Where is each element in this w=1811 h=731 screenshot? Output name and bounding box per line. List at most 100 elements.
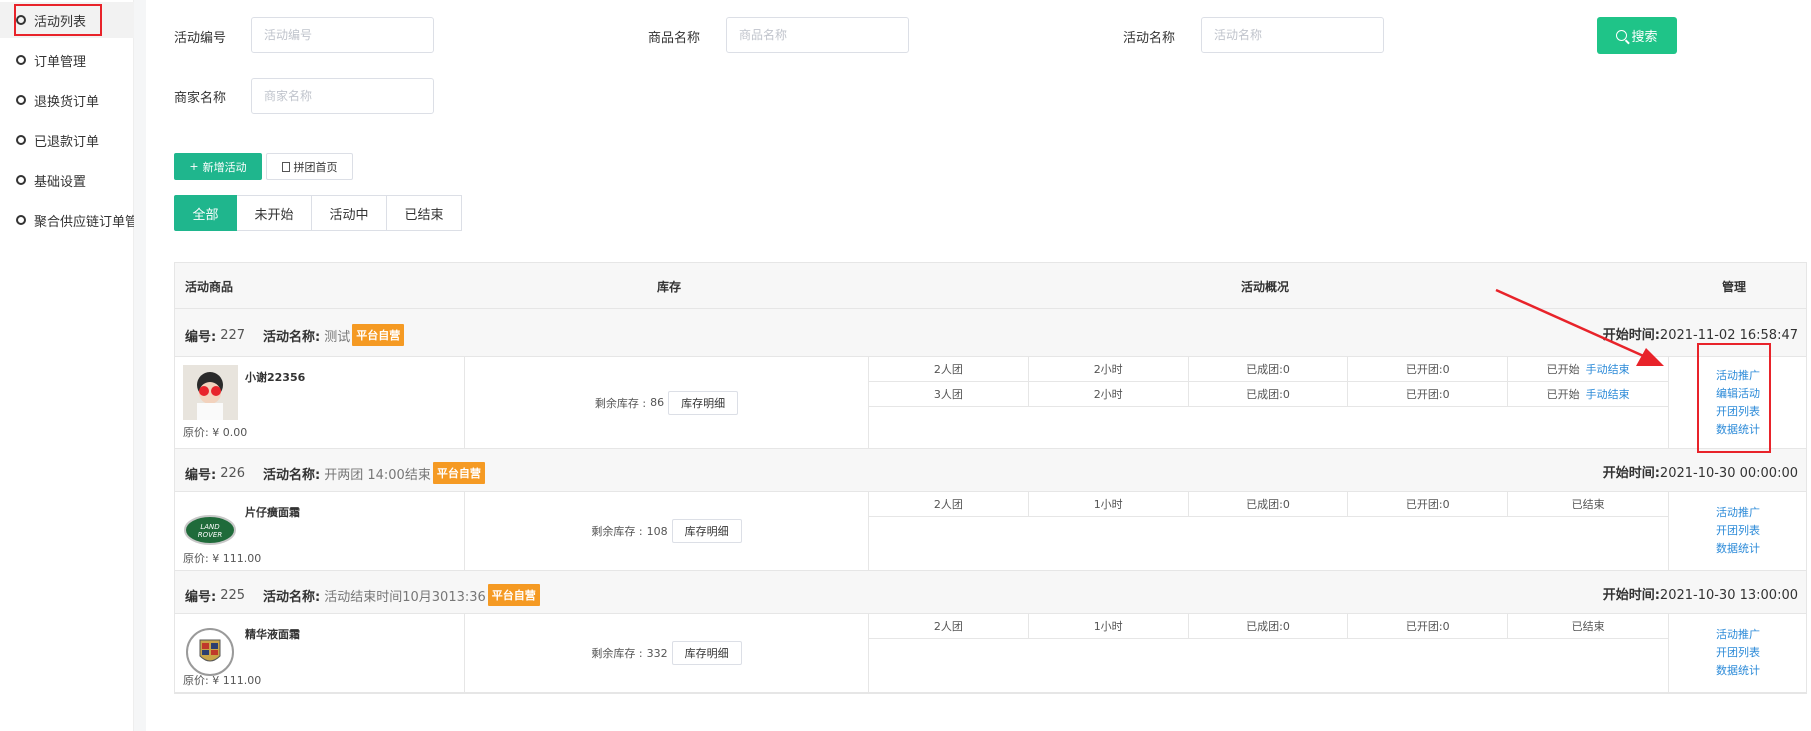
- header-manage: 管理: [1722, 280, 1747, 294]
- activity-no-input[interactable]: [251, 17, 434, 53]
- activity-name-input[interactable]: [1201, 17, 1384, 53]
- circle-icon: [16, 55, 26, 65]
- add-activity-button[interactable]: + 新增活动: [174, 153, 262, 180]
- overview-cell: 2人团 2小时 已成团:0 已开团:0 已开始 手动结束 3人团 2小时 已成团:…: [869, 357, 1669, 448]
- tab-not-started[interactable]: 未开始: [237, 195, 312, 231]
- table-row: 精华液面霜 原价: ¥ 111.00 剩余库存 : 332 库存明细 2人团 1…: [175, 614, 1806, 693]
- stock-detail-button[interactable]: 库存明细: [668, 390, 739, 415]
- circle-icon: [16, 175, 26, 185]
- id-label: 编号:: [185, 467, 217, 483]
- activity-id: 225: [220, 587, 246, 603]
- product-name-input[interactable]: [726, 17, 909, 53]
- formed-count: 已成团:0: [1189, 492, 1349, 516]
- sidebar-item-settings[interactable]: 基础设置: [0, 162, 134, 198]
- main-content: 活动编号 商品名称 活动名称 搜索 商家名称 + 新增活动 拼团首页 全部 未开…: [146, 0, 1811, 731]
- sidebar-item-label: 聚合供应链订单管: [34, 214, 134, 230]
- overview-cell: 2人团 1小时 已成团:0 已开团:0 已结束: [869, 614, 1669, 692]
- plus-icon: +: [189, 160, 199, 173]
- id-label: 编号:: [185, 329, 217, 345]
- promote-link[interactable]: 活动推广: [1716, 505, 1760, 521]
- sidebar-item-returns[interactable]: 退换货订单: [0, 82, 134, 118]
- start-time: 2021-10-30 00:00:00: [1659, 466, 1798, 481]
- row-status: 已开始 手动结束: [1546, 361, 1630, 377]
- group-duration: 2小时: [1029, 382, 1189, 406]
- stock-label: 剩余库存 :: [594, 396, 647, 410]
- product-name-label: 商品名称: [648, 31, 701, 46]
- merchant-name-label: 商家名称: [174, 91, 227, 106]
- header-overview: 活动概况: [1241, 280, 1290, 294]
- stock-detail-button[interactable]: 库存明细: [671, 519, 742, 543]
- svg-text:LAND: LAND: [200, 523, 220, 531]
- name-label: 活动名称:: [263, 589, 321, 605]
- activity-name-label: 活动名称: [1123, 31, 1176, 46]
- stock-value: 86: [650, 396, 665, 409]
- product-image: [183, 622, 238, 677]
- row-status: 已开始 手动结束: [1546, 386, 1630, 402]
- opened-count: 已开团:0: [1348, 357, 1509, 381]
- activity-id: 226: [220, 465, 246, 481]
- group-size: 3人团: [869, 382, 1029, 406]
- opened-count: 已开团:0: [1348, 614, 1509, 638]
- status-badge: 平台自营: [352, 324, 405, 346]
- start-time: 2021-11-02 16:58:47: [1659, 328, 1798, 343]
- start-label: 开始时间:: [1602, 466, 1660, 481]
- sidebar-item-label: 基础设置: [34, 174, 87, 190]
- sidebar-item-label: 退换货订单: [34, 94, 100, 110]
- tab-ended[interactable]: 已结束: [387, 195, 462, 231]
- product-price: 原价: ¥ 111.00: [183, 674, 262, 687]
- sidebar-item-orders[interactable]: 订单管理: [0, 42, 134, 78]
- activity-name: 测试: [324, 329, 351, 345]
- group-list-link[interactable]: 开团列表: [1716, 645, 1760, 661]
- group-header: 编号: 225 活动名称: 活动结束时间10月3013:36 平台自营 开始时间…: [175, 571, 1806, 614]
- group-home-button[interactable]: 拼团首页: [266, 153, 353, 180]
- stock-value: 332: [646, 646, 668, 660]
- merchant-name-input[interactable]: [251, 78, 434, 114]
- product-image: LAND ROVER: [183, 500, 238, 555]
- group-home-label: 拼团首页: [293, 160, 338, 174]
- formed-count: 已成团:0: [1189, 614, 1349, 638]
- manual-end-link[interactable]: 手动结束: [1586, 361, 1630, 377]
- start-label: 开始时间:: [1602, 588, 1660, 603]
- product-name: 小谢22356: [245, 371, 306, 384]
- tab-all[interactable]: 全部: [174, 195, 237, 231]
- overview-row: 2人团 1小时 已成团:0 已开团:0 已结束: [869, 492, 1668, 517]
- table-header: 活动商品 库存 活动概况 管理: [175, 263, 1806, 309]
- header-product: 活动商品: [185, 280, 234, 294]
- stock-value: 108: [646, 524, 668, 538]
- product-cell: 小谢22356 原价: ¥ 0.00: [175, 357, 465, 448]
- group-size: 2人团: [869, 357, 1029, 381]
- group-list-link[interactable]: 开团列表: [1716, 523, 1760, 539]
- statistics-link[interactable]: 数据统计: [1716, 541, 1760, 557]
- sidebar-item-supply-chain[interactable]: 聚合供应链订单管: [0, 202, 134, 238]
- formed-count: 已成团:0: [1189, 357, 1349, 381]
- stock-cell: 剩余库存 : 332 库存明细: [465, 614, 869, 692]
- product-price: 原价: ¥ 111.00: [183, 552, 262, 565]
- stock-cell: 剩余库存 : 86 库存明细: [465, 357, 869, 448]
- row-status: 已结束: [1571, 620, 1605, 633]
- group-size: 2人团: [869, 614, 1029, 638]
- group-duration: 2小时: [1029, 357, 1189, 381]
- stock-detail-button[interactable]: 库存明细: [671, 641, 742, 665]
- status-badge: 平台自营: [487, 584, 540, 606]
- name-label: 活动名称:: [263, 329, 321, 345]
- search-button[interactable]: 搜索: [1597, 17, 1677, 54]
- product-name: 精华液面霜: [245, 628, 300, 641]
- stock-label: 剩余库存 :: [591, 647, 643, 660]
- overview-row: 3人团 2小时 已成团:0 已开团:0 已开始 手动结束: [869, 382, 1668, 407]
- search-icon: [1616, 30, 1628, 41]
- table-row: LAND ROVER 片仔癀面霜 原价: ¥ 111.00 剩余库存 : 108…: [175, 492, 1806, 571]
- activity-name: 开两团 14:00结束: [324, 467, 431, 483]
- sidebar-item-refunded[interactable]: 已退款订单: [0, 122, 134, 158]
- add-activity-label: 新增活动: [202, 160, 247, 174]
- status-badge: 平台自营: [432, 462, 485, 484]
- promote-link[interactable]: 活动推广: [1716, 627, 1760, 643]
- tab-ongoing[interactable]: 活动中: [312, 195, 387, 231]
- header-stock: 库存: [657, 280, 682, 294]
- document-icon: [281, 161, 290, 172]
- manual-end-link[interactable]: 手动结束: [1586, 386, 1630, 402]
- group-duration: 1小时: [1029, 492, 1189, 516]
- row-status: 已结束: [1571, 498, 1605, 511]
- sidebar-item-label: 订单管理: [34, 54, 87, 70]
- statistics-link[interactable]: 数据统计: [1716, 663, 1760, 679]
- group-header: 编号: 226 活动名称: 开两团 14:00结束 平台自营 开始时间:2021…: [175, 449, 1806, 492]
